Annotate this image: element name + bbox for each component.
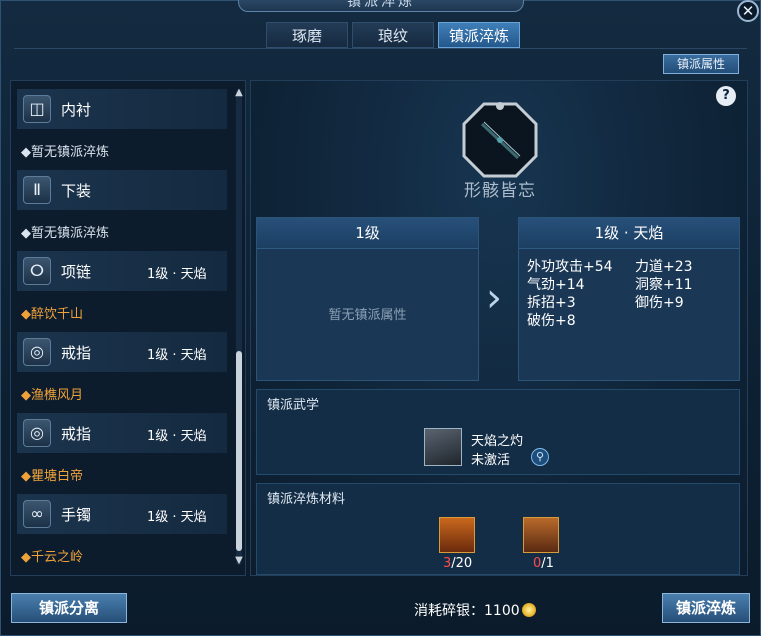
slot-level: 1级 · 天焰 xyxy=(147,429,207,444)
divider xyxy=(14,48,747,49)
list-item-header: ◎ 戒指 1级 · 天焰 xyxy=(17,413,227,453)
list-item-sub: ◆千云之岭 xyxy=(17,534,227,574)
tab-pattern[interactable]: 琅纹 xyxy=(352,22,434,48)
cost-display: 消耗碎银：1100 xyxy=(414,600,536,620)
list-item[interactable]: ◫ 内衬 ◆暂无镇派淬炼 xyxy=(17,89,227,169)
list-item-sub: ◆暂无镇派淬炼 xyxy=(17,129,227,169)
window-title: 镇派淬炼 xyxy=(347,0,415,10)
list-item-header: ⵔ 项链 1级 · 天焰 xyxy=(17,251,227,291)
pants-icon: Ⅱ xyxy=(23,176,51,204)
refine-button[interactable]: 镇派淬炼 xyxy=(662,593,750,623)
help-icon[interactable]: ? xyxy=(716,86,736,106)
slot-name: 项链 xyxy=(61,263,92,281)
coin-icon xyxy=(521,603,536,617)
slot-name: 手镯 xyxy=(61,506,92,524)
scrollbar-thumb[interactable] xyxy=(236,351,242,551)
cost-value: 1100 xyxy=(484,603,520,619)
section-title: 镇派武学 xyxy=(267,398,320,413)
close-icon[interactable]: ✕ xyxy=(737,0,759,22)
stat-item: 洞察+11 xyxy=(635,277,693,293)
material-section: 镇派淬炼材料 xyxy=(256,483,740,575)
list-item-sub: ◆瞿塘白帝 xyxy=(17,453,227,493)
next-level-header: 1级 · 天焰 xyxy=(519,218,739,249)
inner-shirt-icon: ◫ xyxy=(23,95,51,123)
stat-item: 御伤+9 xyxy=(635,295,684,311)
list-item-header: Ⅱ 下装 xyxy=(17,170,227,210)
list-item[interactable]: Ⅱ 下装 ◆暂无镇派淬炼 xyxy=(17,170,227,250)
skill-name: 天焰之灼 xyxy=(471,434,524,449)
list-item-header: ∞ 手镯 1级 · 天焰 xyxy=(17,494,227,534)
list-item-header: ◎ 戒指 1级 · 天焰 xyxy=(17,332,227,372)
scroll-up-icon[interactable]: ▲ xyxy=(232,87,245,98)
current-level-box: 1级 暂无镇派属性 xyxy=(256,217,479,381)
material-scroll-icon[interactable] xyxy=(523,517,559,553)
equipment-list: ◫ 内衬 ◆暂无镇派淬炼 Ⅱ 下装 ◆暂无镇派淬炼 ⵔ 项链 1级 · 天焰 ◆… xyxy=(10,80,246,576)
material-count: 3/20 xyxy=(443,556,472,571)
slot-name: 戒指 xyxy=(61,344,92,362)
window-title-bar: 镇派淬炼 xyxy=(238,0,524,12)
slot-refine-status: ◆暂无镇派淬炼 xyxy=(21,226,109,241)
equipment-slot-icon[interactable] xyxy=(462,102,538,178)
list-item[interactable]: ∞ 手镯 1级 · 天焰 ◆千云之岭 xyxy=(17,494,227,574)
material-need: /1 xyxy=(541,556,554,571)
stat-item: 破伤+8 xyxy=(527,313,576,329)
tab-refine[interactable]: 镇派淬炼 xyxy=(438,22,520,48)
slot-refine-status: ◆瞿塘白帝 xyxy=(21,469,83,484)
tab-polish[interactable]: 琢磨 xyxy=(266,22,348,48)
material-count: 0/1 xyxy=(533,556,554,571)
scrollbar-track[interactable] xyxy=(236,89,242,565)
current-level-header: 1级 xyxy=(257,218,478,249)
cost-label: 消耗碎银： xyxy=(414,603,484,619)
section-title: 镇派淬炼材料 xyxy=(267,492,346,507)
list-item[interactable]: ◎ 戒指 1级 · 天焰 ◆渔樵风月 xyxy=(17,332,227,412)
necklace-icon: ⵔ xyxy=(23,257,51,285)
slot-refine-status: ◆渔樵风月 xyxy=(21,388,83,403)
list-item-sub: ◆醉饮千山 xyxy=(17,291,227,331)
slot-name: 戒指 xyxy=(61,425,92,443)
slot-refine-status: ◆暂无镇派淬炼 xyxy=(21,145,109,160)
stat-item: 力道+23 xyxy=(635,259,693,275)
separate-button[interactable]: 镇派分离 xyxy=(11,593,127,623)
stat-item: 气劲+14 xyxy=(527,277,585,293)
next-level-box: 1级 · 天焰 外功攻击+54 力道+23 气劲+14 洞察+11 拆招+3 御… xyxy=(518,217,740,381)
list-item[interactable]: ◎ 戒指 1级 · 天焰 ◆瞿塘白帝 xyxy=(17,413,227,493)
attributes-button[interactable]: 镇派属性 xyxy=(663,54,739,74)
stat-item: 拆招+3 xyxy=(527,295,576,311)
slot-name: 内衬 xyxy=(61,101,92,119)
stat-item: 外功攻击+54 xyxy=(527,259,613,275)
list-item[interactable]: ⵔ 项链 1级 · 天焰 ◆醉饮千山 xyxy=(17,251,227,331)
slot-level: 1级 · 天焰 xyxy=(147,267,207,282)
equipment-title: 形骸皆忘 xyxy=(464,181,536,201)
slot-level: 1级 · 天焰 xyxy=(147,348,207,363)
slot-refine-status: ◆千云之岭 xyxy=(21,550,83,565)
tab-bar: 琢磨 琅纹 镇派淬炼 xyxy=(266,22,520,48)
slot-name: 下装 xyxy=(61,182,92,200)
slot-refine-status: ◆醉饮千山 xyxy=(21,307,83,322)
scroll-down-icon[interactable]: ▼ xyxy=(232,555,245,566)
chevron-right-icon: › xyxy=(486,275,502,321)
slot-level: 1级 · 天焰 xyxy=(147,510,207,525)
material-crystal-icon[interactable] xyxy=(439,517,475,553)
magnifier-icon[interactable]: ⚲ xyxy=(531,448,549,466)
ring-icon: ◎ xyxy=(23,419,51,447)
current-empty-text: 暂无镇派属性 xyxy=(328,308,407,323)
list-item-header: ◫ 内衬 xyxy=(17,89,227,129)
list-item-sub: ◆渔樵风月 xyxy=(17,372,227,412)
list-item-sub: ◆暂无镇派淬炼 xyxy=(17,210,227,250)
material-need: /20 xyxy=(451,556,473,571)
ring-icon: ◎ xyxy=(23,338,51,366)
skill-state: 未激活 xyxy=(471,453,511,468)
bracelet-icon: ∞ xyxy=(23,500,51,528)
skill-icon[interactable] xyxy=(424,428,462,466)
